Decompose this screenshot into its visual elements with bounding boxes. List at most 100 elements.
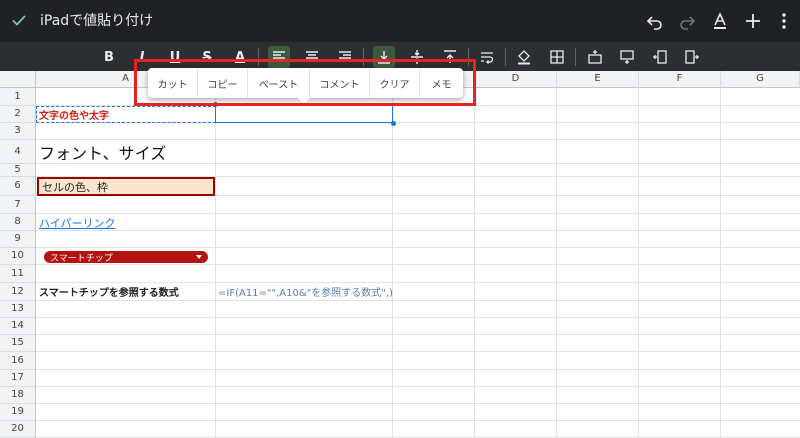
row-header-14[interactable]: 14 <box>0 318 36 335</box>
row-header-1[interactable]: 1 <box>0 88 36 106</box>
row-header-17[interactable]: 17 <box>0 370 36 387</box>
align-center-icon <box>306 51 318 62</box>
row-header-20[interactable]: 20 <box>0 421 36 438</box>
selection-handle-bottom[interactable] <box>391 121 396 126</box>
row-header-10[interactable]: 10 <box>0 248 36 265</box>
valign-middle-icon <box>411 50 423 64</box>
row-gridline <box>36 369 800 370</box>
row-header-12[interactable]: 12 <box>0 283 36 301</box>
row-header-7[interactable]: 7 <box>0 196 36 214</box>
valign-bottom-button[interactable] <box>373 46 395 68</box>
underline-button[interactable]: U <box>164 46 186 68</box>
bold-button[interactable]: B <box>98 46 120 68</box>
row-header-4[interactable]: 4 <box>0 140 36 164</box>
column-gridline <box>392 88 393 438</box>
row-gridline <box>36 317 800 318</box>
borders-button[interactable] <box>546 46 568 68</box>
borders-icon <box>550 50 564 64</box>
row-gridline <box>36 264 800 265</box>
insert-row-above-icon <box>588 50 602 64</box>
menu-item-note[interactable]: メモ <box>420 68 463 98</box>
chip-dropdown-icon[interactable] <box>196 255 202 259</box>
text-format-icon[interactable] <box>710 11 730 31</box>
row-header-18[interactable]: 18 <box>0 387 36 404</box>
column-header-f[interactable]: F <box>639 71 721 88</box>
align-right-icon <box>339 51 351 62</box>
copy-marquee <box>36 106 216 123</box>
text-color-button[interactable]: A <box>229 46 251 68</box>
cell-a4[interactable]: フォント、サイズ <box>36 140 216 164</box>
context-menu: カット コピー ペースト コメント クリア メモ <box>148 68 463 98</box>
plus-icon[interactable] <box>743 11 763 31</box>
toolbar-divider <box>575 48 576 66</box>
smart-chip[interactable]: スマートチップ <box>44 251 208 264</box>
document-title[interactable]: iPadで値貼り付け <box>40 0 153 42</box>
row-header-9[interactable]: 9 <box>0 231 36 248</box>
cell-a12[interactable]: スマートチップを参照する数式 <box>36 283 216 300</box>
cell-a6[interactable]: セルの色、枠 <box>37 177 215 196</box>
column-header-e[interactable]: E <box>557 71 639 88</box>
row-header-13[interactable]: 13 <box>0 301 36 318</box>
valign-top-button[interactable] <box>439 46 461 68</box>
valign-middle-button[interactable] <box>406 46 428 68</box>
row-gridline <box>36 420 800 421</box>
fill-color-button[interactable] <box>513 46 535 68</box>
menu-item-clear[interactable]: クリア <box>370 68 420 98</box>
menu-item-comment[interactable]: コメント <box>310 68 370 98</box>
row-header-19[interactable]: 19 <box>0 404 36 421</box>
row-header-8[interactable]: 8 <box>0 214 36 231</box>
column-gridline <box>638 88 639 438</box>
toolbar-divider <box>363 48 364 66</box>
column-header-d[interactable]: D <box>475 71 557 88</box>
align-right-button[interactable] <box>334 46 356 68</box>
insert-column-left-icon <box>653 50 667 64</box>
insert-column-left-button[interactable] <box>649 46 671 68</box>
valign-top-icon <box>444 50 456 63</box>
align-center-button[interactable] <box>301 46 323 68</box>
menu-item-copy[interactable]: コピー <box>198 68 248 98</box>
undo-icon[interactable] <box>645 11 665 31</box>
column-gridline <box>556 88 557 438</box>
strikethrough-button[interactable]: S <box>196 46 218 68</box>
smart-chip-label: スマートチップ <box>50 253 113 264</box>
insert-row-above-button[interactable] <box>584 46 606 68</box>
toolbar-divider <box>258 48 259 66</box>
wrap-text-icon <box>481 52 494 64</box>
align-left-icon <box>273 51 285 62</box>
row-header-3[interactable]: 3 <box>0 123 36 140</box>
align-left-button[interactable] <box>268 46 290 68</box>
toolbar-divider <box>468 48 469 66</box>
column-header-g[interactable]: G <box>721 71 800 88</box>
more-vertical-icon[interactable] <box>774 11 794 31</box>
insert-row-below-button[interactable] <box>616 46 638 68</box>
wrap-text-button[interactable] <box>476 46 498 68</box>
row-header-15[interactable]: 15 <box>0 335 36 352</box>
row-header-2[interactable]: 2 <box>0 106 36 123</box>
cell-b12[interactable]: =IF(A11="",A10&"を参照する数式",) <box>215 283 475 300</box>
row-gridline <box>36 300 800 301</box>
selection-handle-top[interactable] <box>213 102 218 107</box>
select-all-corner[interactable] <box>0 71 36 88</box>
row-gridline <box>36 403 800 404</box>
row-gridline <box>36 334 800 335</box>
menu-item-paste[interactable]: ペースト <box>248 68 310 98</box>
italic-button[interactable]: I <box>131 46 153 68</box>
toolbar-divider <box>505 48 506 66</box>
insert-column-right-button[interactable] <box>681 46 703 68</box>
row-header-16[interactable]: 16 <box>0 352 36 370</box>
menu-item-cut[interactable]: カット <box>148 68 198 98</box>
active-cell-selection[interactable] <box>215 104 393 123</box>
row-header-11[interactable]: 11 <box>0 265 36 283</box>
insert-row-below-icon <box>620 50 634 64</box>
cell-a8-hyperlink[interactable]: ハイパーリンク <box>36 214 216 231</box>
paint-bucket-icon <box>518 50 530 65</box>
context-menu-pointer <box>298 98 310 104</box>
row-header-5[interactable]: 5 <box>0 164 36 177</box>
valign-bottom-icon <box>378 51 390 64</box>
format-toolbar: B I U S A <box>0 42 800 71</box>
redo-icon[interactable] <box>677 11 697 31</box>
insert-column-right-icon <box>685 50 699 64</box>
check-icon[interactable] <box>11 12 27 28</box>
row-header-6[interactable]: 6 <box>0 177 36 196</box>
row-gridline <box>36 247 800 248</box>
